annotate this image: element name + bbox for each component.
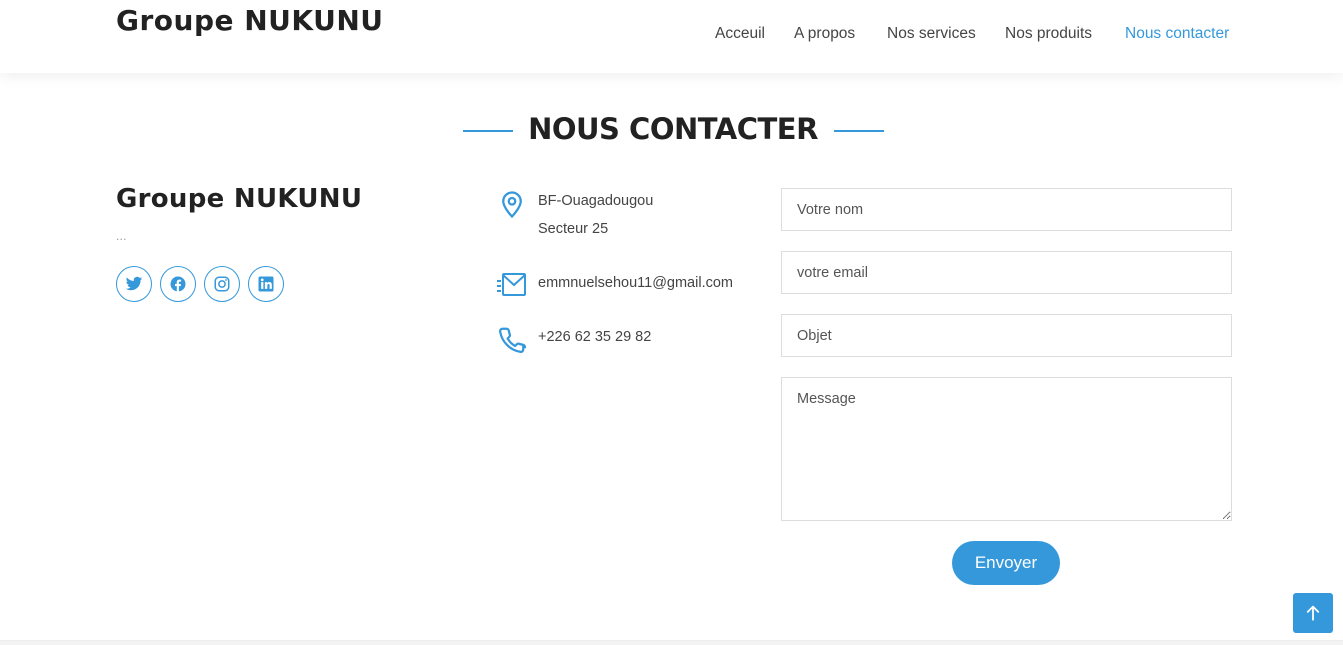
instagram-icon [214,276,230,292]
facebook-icon [170,276,186,292]
main-nav: Acceuil A propos Nos services Nos produi… [0,25,1343,45]
company-name: Groupe NUKUNU [116,184,363,214]
contact-phone[interactable]: +226 62 35 29 82 [538,329,651,345]
send-button[interactable]: Envoyer [952,541,1060,585]
linkedin-link[interactable] [248,266,284,302]
address-line-2: Secteur 25 [538,221,609,237]
name-input[interactable] [781,188,1232,231]
section-heading: NOUS CONTACTER [0,112,1343,152]
nav-item-nos-services[interactable]: Nos services [887,25,976,43]
title-line-right [834,130,884,132]
location-pin-icon [502,191,522,219]
facebook-link[interactable] [160,266,196,302]
twitter-icon [125,276,143,291]
linkedin-icon [258,276,274,292]
instagram-link[interactable] [204,266,240,302]
contact-email[interactable]: emmnuelsehou11@gmail.com [538,275,733,291]
nav-item-a-propos[interactable]: A propos [794,25,855,43]
address-line-1: BF-Ouagadougou [538,193,654,209]
subject-input[interactable] [781,314,1232,357]
arrow-up-icon [1306,605,1320,621]
company-description: ... [116,230,127,243]
back-to-top-button[interactable] [1293,593,1333,633]
message-textarea[interactable] [781,377,1232,521]
nav-item-nous-contacter[interactable]: Nous contacter [1125,25,1229,43]
site-header: Groupe NUKUNU Acceuil A propos Nos servi… [0,0,1343,73]
nav-item-acceuil[interactable]: Acceuil [715,25,765,43]
section-title: NOUS CONTACTER [528,112,818,146]
phone-icon [499,327,527,353]
email-input[interactable] [781,251,1232,294]
nav-item-nos-produits[interactable]: Nos produits [1005,25,1092,43]
twitter-link[interactable] [116,266,152,302]
footer-edge [0,640,1343,645]
title-line-left [463,130,513,132]
envelope-icon [497,273,526,296]
